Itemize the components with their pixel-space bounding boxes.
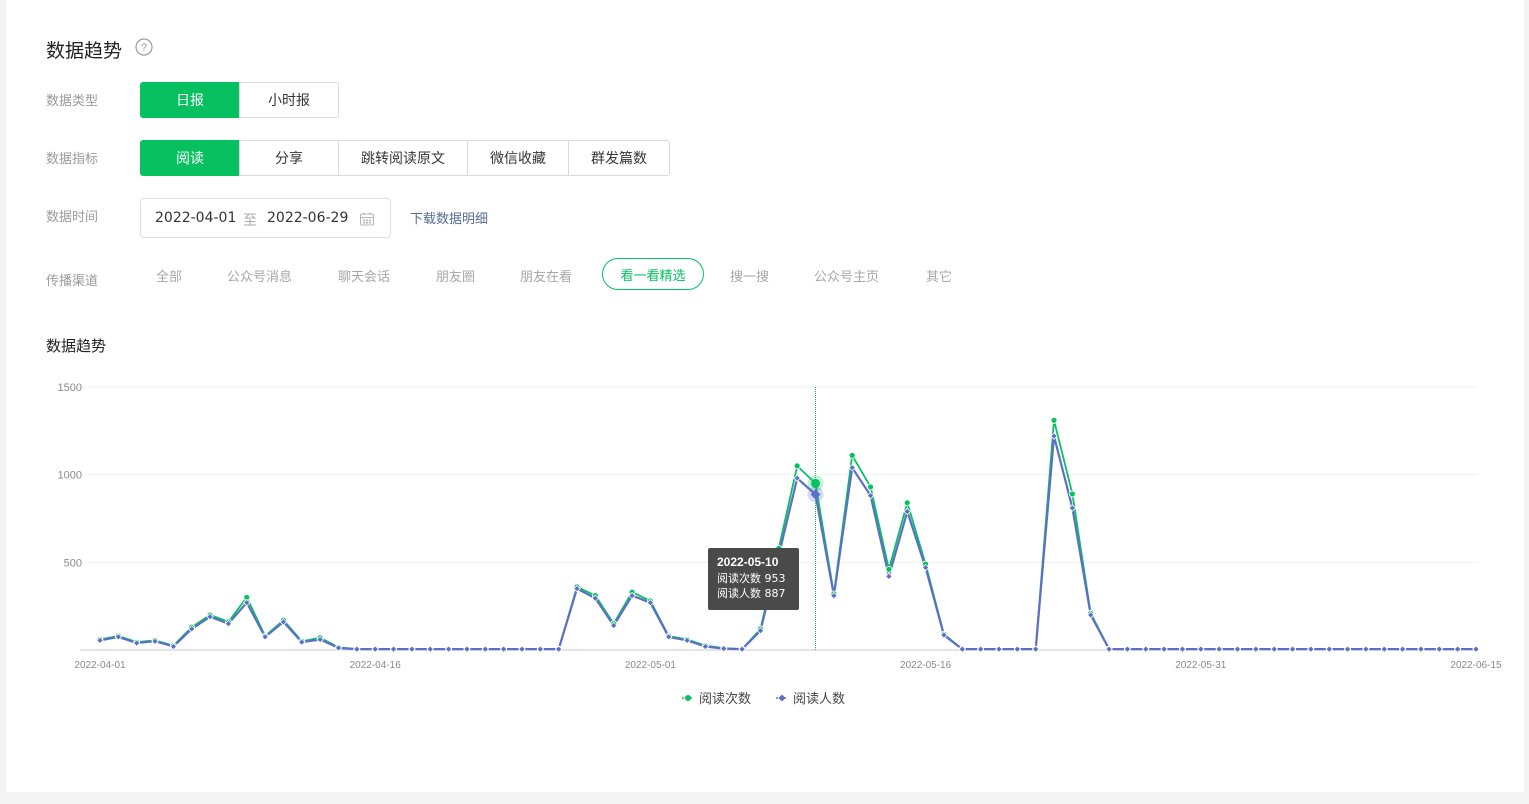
legend-marker-readers[interactable] (778, 694, 786, 702)
svg-text:?: ? (141, 42, 147, 54)
trend-chart[interactable]: 500 1000 1500 2022-04-01 2022-04-16 2022-05-0… (6, 370, 1524, 720)
tooltip-reads: 阅读次数 953 (717, 571, 786, 585)
metric-segment: 阅读 分享 跳转阅读原文 微信收藏 群发篇数 (140, 140, 670, 176)
series-line-2 (99, 434, 1476, 651)
data-point-reads[interactable] (848, 451, 856, 459)
x-tick-label: 2022-05-16 (900, 660, 952, 671)
type-daily-button[interactable]: 日报 (140, 82, 240, 118)
legend-label-readers[interactable]: 阅读人数 (793, 692, 845, 707)
tooltip-date: 2022-05-10 (717, 555, 779, 569)
x-tick-label: 2022-05-01 (625, 660, 677, 671)
type-hourly-button[interactable]: 小时报 (239, 82, 339, 118)
date-range-picker[interactable]: 2022-04-01 至 2022-06-29 (140, 198, 391, 238)
channel-friends-watching[interactable]: 朋友在看 (520, 266, 572, 285)
download-detail-link[interactable]: 下载数据明细 (410, 208, 488, 227)
date-separator: 至 (243, 213, 257, 229)
y-tick-label: 1000 (58, 470, 82, 482)
type-segment: 日报 小时报 (140, 82, 339, 118)
data-point-reads[interactable] (885, 565, 893, 573)
data-point-reads[interactable] (1050, 416, 1058, 424)
y-tick-label: 1500 (58, 382, 82, 394)
x-tick-label: 2022-06-15 (1450, 660, 1502, 671)
calendar-icon[interactable] (359, 211, 375, 227)
channel-all[interactable]: 全部 (156, 266, 182, 285)
metric-read-button[interactable]: 阅读 (140, 140, 240, 176)
data-point-reads[interactable] (1068, 490, 1076, 498)
y-tick-label: 500 (64, 557, 82, 569)
channel-chat[interactable]: 聊天会话 (338, 266, 390, 285)
series-line-1 (99, 419, 1476, 651)
channel-label: 传播渠道 (46, 274, 99, 289)
data-point-reads[interactable] (793, 462, 801, 470)
date-start[interactable]: 2022-04-01 (155, 210, 236, 226)
metric-favorite-button[interactable]: 微信收藏 (467, 140, 569, 176)
metric-posts-button[interactable]: 群发篇数 (568, 140, 670, 176)
x-tick-label: 2022-04-01 (74, 660, 126, 671)
x-tick-label: 2022-05-31 (1175, 660, 1227, 671)
x-tick-label: 2022-04-16 (350, 660, 402, 671)
date-end[interactable]: 2022-06-29 (267, 210, 348, 226)
data-point-readers[interactable] (885, 572, 893, 581)
channel-official-msg[interactable]: 公众号消息 (227, 266, 292, 285)
type-label: 数据类型 (46, 94, 99, 109)
metric-share-button[interactable]: 分享 (239, 140, 339, 176)
channel-top-stories[interactable]: 看一看精选 (602, 258, 704, 290)
tooltip-readers: 阅读人数 887 (717, 586, 786, 600)
page-title: 数据趋势 (46, 40, 123, 62)
time-label: 数据时间 (46, 210, 99, 225)
channel-other[interactable]: 其它 (926, 266, 952, 285)
legend-label-reads[interactable]: 阅读次数 (699, 691, 751, 707)
data-point-reads[interactable] (903, 499, 911, 507)
metric-label: 数据指标 (46, 152, 99, 167)
chart-title: 数据趋势 (46, 337, 107, 355)
trend-card: 数据趋势 ? 数据类型 日报 小时报 数据指标 阅读 分享 跳转阅读原文 微信收… (6, 0, 1524, 792)
data-point-reads[interactable] (867, 483, 874, 491)
channel-search[interactable]: 搜一搜 (730, 266, 769, 285)
metric-readmore-button[interactable]: 跳转阅读原文 (338, 140, 468, 176)
channel-moments[interactable]: 朋友圈 (436, 266, 475, 285)
channel-profile[interactable]: 公众号主页 (814, 266, 879, 285)
question-circle-icon[interactable]: ? (135, 38, 153, 56)
legend-marker-reads[interactable] (685, 695, 691, 701)
